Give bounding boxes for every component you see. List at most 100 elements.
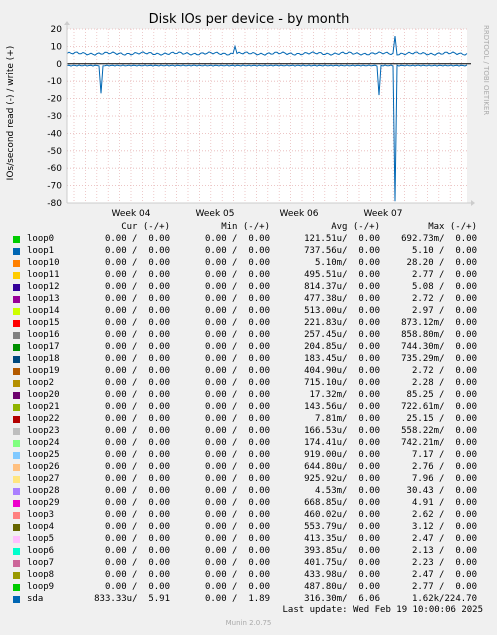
legend-min: 0.00 / 0.00	[204, 390, 270, 400]
legend-min: 0.00 / 0.00	[204, 426, 270, 436]
legend-avg: 5.10m/ 0.00	[314, 258, 380, 268]
legend-row: loop6 0.00 / 0.00 0.00 / 0.00 393.85u/ 0.00…	[10, 545, 497, 557]
legend-cur: 0.00 / 0.00	[104, 282, 170, 292]
legend-cur: 0.00 / 0.00	[104, 354, 170, 364]
legend-cur: 0.00 / 0.00	[104, 378, 170, 388]
legend-avg: 487.80u/ 0.00	[304, 582, 380, 592]
legend-avg: 433.98u/ 0.00	[304, 570, 380, 580]
legend-cur: 0.00 / 0.00	[104, 426, 170, 436]
legend-min: 0.00 / 0.00	[204, 486, 270, 496]
legend-avg: 513.00u/ 0.00	[304, 306, 380, 316]
legend-name: loop1	[27, 246, 55, 256]
legend-max: 5.08 / 0.00	[411, 282, 477, 292]
legend-row: loop5 0.00 / 0.00 0.00 / 0.00 413.35u/ 0.00…	[10, 533, 497, 545]
legend-name: loop9	[27, 582, 55, 592]
legend-avg: 143.56u/ 0.00	[304, 402, 380, 412]
legend-cur: 0.00 / 0.00	[104, 246, 170, 256]
legend-row: loop27 0.00 / 0.00 0.00 / 0.00 925.92u/ 0.0…	[10, 473, 497, 485]
y-tick-label: -20	[47, 95, 62, 105]
legend-swatch	[13, 356, 20, 363]
legend-swatch	[13, 260, 20, 267]
legend-name: loop10	[27, 258, 60, 268]
legend-name: loop6	[27, 546, 55, 556]
legend-min: 0.00 / 0.00	[204, 330, 270, 340]
legend-max: 2.47 / 0.00	[411, 570, 477, 580]
legend-min: 0.00 / 0.00	[204, 474, 270, 484]
legend-cur: 0.00 / 0.00	[104, 510, 170, 520]
legend-max: 2.47 / 0.00	[411, 534, 477, 544]
legend-min: 0.00 / 0.00	[204, 450, 270, 460]
legend-swatch	[13, 428, 20, 435]
legend-min: 0.00 / 0.00	[204, 270, 270, 280]
legend-cur: 0.00 / 0.00	[104, 522, 170, 532]
legend-row: loop18 0.00 / 0.00 0.00 / 0.00 183.45u/ 0.0…	[10, 353, 497, 365]
legend-min: 0.00 / 0.00	[204, 234, 270, 244]
legend-max: 858.80m/ 0.00	[401, 330, 477, 340]
legend-avg: 221.83u/ 0.00	[304, 318, 380, 328]
legend-header-col: Avg (-/+)	[331, 222, 380, 232]
legend-name: loop17	[27, 342, 60, 352]
legend-avg: 477.38u/ 0.00	[304, 294, 380, 304]
legend-name: loop8	[27, 570, 55, 580]
legend-min: 0.00 / 0.00	[204, 510, 270, 520]
legend-swatch	[13, 548, 20, 555]
legend-cur: 0.00 / 0.00	[104, 474, 170, 484]
legend-max: 2.72 / 0.00	[411, 294, 477, 304]
legend-min: 0.00 / 0.00	[204, 294, 270, 304]
legend-cur: 0.00 / 0.00	[104, 534, 170, 544]
legend-name: loop16	[27, 330, 60, 340]
legend-swatch	[13, 380, 20, 387]
legend-row: loop2 0.00 / 0.00 0.00 / 0.00 715.10u/ 0.00…	[10, 377, 497, 389]
legend-row: loop4 0.00 / 0.00 0.00 / 0.00 553.79u/ 0.00…	[10, 521, 497, 533]
chart-title: Disk IOs per device - by month	[149, 12, 350, 27]
x-tick-labels: Week 04 Week 05 Week 06 Week 07	[112, 209, 403, 219]
legend-max: 722.61m/ 0.00	[401, 402, 477, 412]
legend-cur: 0.00 / 0.00	[104, 270, 170, 280]
legend-name: loop13	[27, 294, 60, 304]
legend-row: loop16 0.00 / 0.00 0.00 / 0.00 257.45u/ 0.0…	[10, 329, 497, 341]
legend-avg: 460.02u/ 0.00	[304, 510, 380, 520]
legend-row: loop24 0.00 / 0.00 0.00 / 0.00 174.41u/ 0.0…	[10, 437, 497, 449]
legend-name: loop24	[27, 438, 60, 448]
legend-min: 0.00 / 0.00	[204, 558, 270, 568]
legend-swatch	[13, 572, 20, 579]
legend-avg: 393.85u/ 0.00	[304, 546, 380, 556]
legend-min: 0.00 / 0.00	[204, 366, 270, 376]
legend-max: 2.28 / 0.00	[411, 378, 477, 388]
legend-max: 2.72 / 0.00	[411, 366, 477, 376]
legend-name: loop19	[27, 366, 60, 376]
legend-avg: 7.81m/ 0.00	[314, 414, 380, 424]
legend-row: loop17 0.00 / 0.00 0.00 / 0.00 204.85u/ 0.0…	[10, 341, 497, 353]
legend-cur: 0.00 / 0.00	[104, 342, 170, 352]
legend-avg: 121.51u/ 0.00	[304, 234, 380, 244]
legend-name: loop18	[27, 354, 60, 364]
legend-name: loop22	[27, 414, 60, 424]
legend-name: loop4	[27, 522, 55, 532]
legend-swatch	[13, 476, 20, 483]
legend-row: loop21 0.00 / 0.00 0.00 / 0.00 143.56u/ 0.0…	[10, 401, 497, 413]
legend-max: 30.43 / 0.00	[406, 486, 477, 496]
legend-name: loop2	[27, 378, 55, 388]
legend-max: 2.77 / 0.00	[411, 270, 477, 280]
legend-swatch	[13, 320, 20, 327]
legend-min: 0.00 / 0.00	[204, 258, 270, 268]
legend-min: 0.00 / 0.00	[204, 534, 270, 544]
last-update: Last update: Wed Feb 19 10:00:06 2025	[282, 605, 483, 615]
legend-name: loop28	[27, 486, 60, 496]
legend-cur: 0.00 / 0.00	[104, 558, 170, 568]
y-tick-labels: 20 10 0 -10 -20 -30 -40 -50 -60 -70 -80	[47, 25, 62, 209]
legend-name: loop23	[27, 426, 60, 436]
legend-max: 873.12m/ 0.00	[401, 318, 477, 328]
legend-name: loop14	[27, 306, 60, 316]
legend-avg: 715.10u/ 0.00	[304, 378, 380, 388]
legend-row: loop29 0.00 / 0.00 0.00 / 0.00 668.85u/ 0.0…	[10, 497, 497, 509]
legend-cur: 0.00 / 0.00	[104, 582, 170, 592]
legend-avg: 737.56u/ 0.00	[304, 246, 380, 256]
legend-max: 744.30m/ 0.00	[401, 342, 477, 352]
legend-max: 4.91 / 0.00	[411, 498, 477, 508]
y-tick-label: -80	[47, 199, 62, 209]
legend-swatch	[13, 524, 20, 531]
y-tick-label: -60	[47, 164, 62, 174]
legend-row: loop8 0.00 / 0.00 0.00 / 0.00 433.98u/ 0.00…	[10, 569, 497, 581]
legend-row: loop14 0.00 / 0.00 0.00 / 0.00 513.00u/ 0.0…	[10, 305, 497, 317]
